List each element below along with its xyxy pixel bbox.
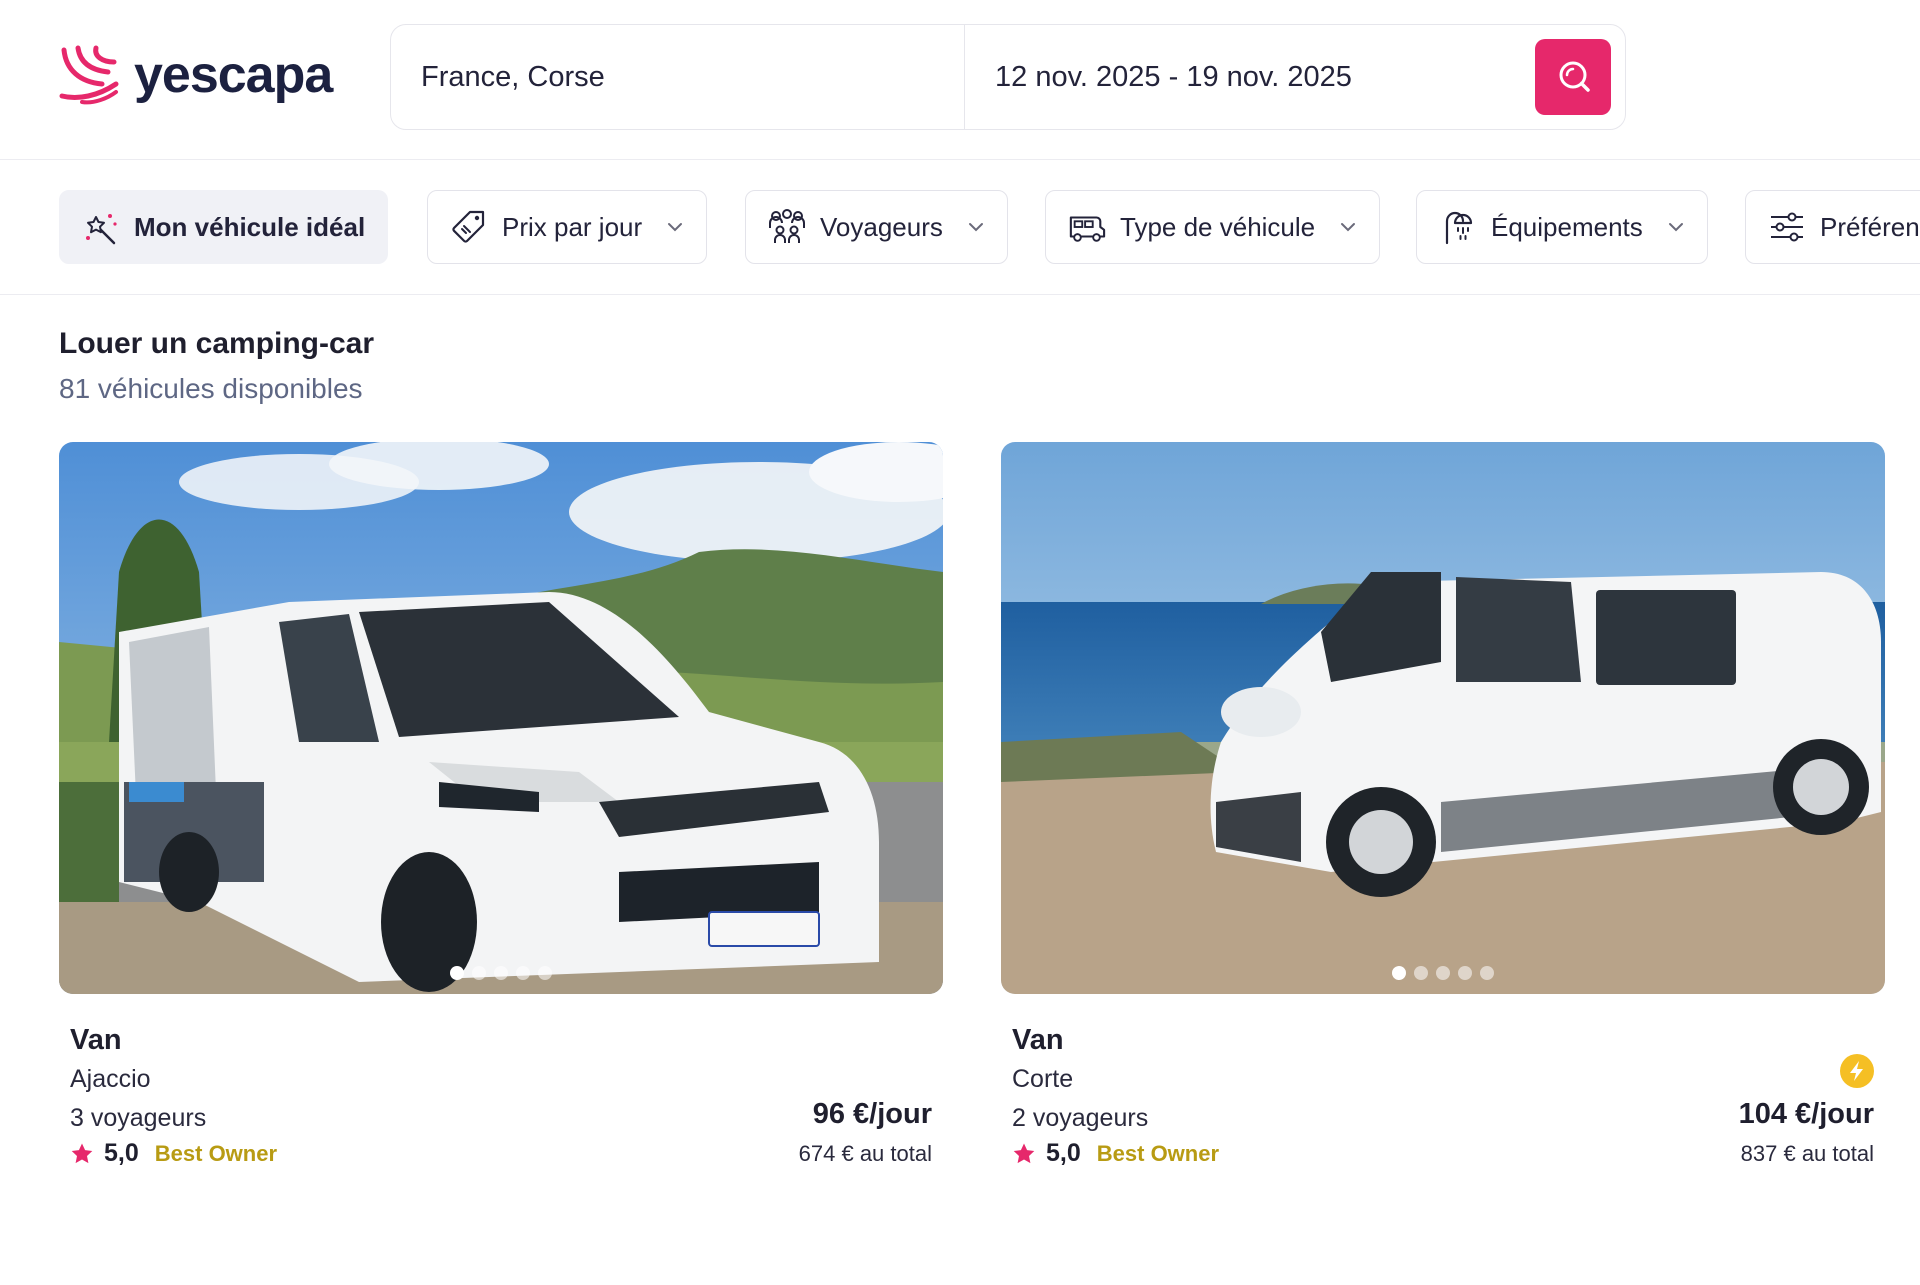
chevron-down-icon (668, 223, 683, 232)
carousel-dot[interactable] (1458, 966, 1472, 980)
filter-equipment[interactable]: Équipements (1416, 190, 1708, 264)
search-button[interactable] (1535, 39, 1611, 115)
brand-name: yescapa (134, 46, 333, 104)
vehicle-rating: 5,0 Best Owner (1012, 1139, 1219, 1168)
sliders-icon (1768, 208, 1806, 246)
carousel-dots (1001, 966, 1885, 980)
vehicle-type: Van (1012, 1024, 1064, 1056)
star-icon (71, 1143, 93, 1163)
magic-wand-icon (82, 208, 120, 246)
date-range-field[interactable]: 12 nov. 2025 - 19 nov. 2025 (965, 25, 1625, 129)
filter-label: Voyageurs (820, 211, 943, 242)
carousel-dot[interactable] (472, 966, 486, 980)
filter-label: Type de véhicule (1120, 211, 1316, 242)
chevron-down-icon (968, 223, 983, 232)
carousel-dot[interactable] (538, 966, 552, 980)
carousel-dot[interactable] (1436, 966, 1450, 980)
vehicle-travelers: 3 voyageurs (70, 1104, 207, 1132)
owner-badge: Best Owner (154, 1140, 278, 1166)
logo[interactable]: yescapa (58, 44, 333, 106)
rating-score: 5,0 (104, 1139, 139, 1167)
vehicle-city: Corte (1012, 1065, 1074, 1093)
star-icon (1013, 1143, 1035, 1163)
filter-label: Prix par jour (502, 211, 643, 242)
price-per-day: 96 €/jour (812, 1098, 932, 1130)
yescapa-logo-icon (59, 45, 119, 105)
vehicle-travelers: 2 voyageurs (1012, 1104, 1149, 1132)
header: yescapa France, Corse 12 nov. 2025 - 19 … (0, 0, 1920, 160)
carousel-dot[interactable] (1392, 966, 1406, 980)
filter-vehicle-type[interactable]: Type de véhicule (1045, 190, 1381, 264)
vehicle-card-info: Van Corte 2 voyageurs 5,0 Best Owner 104… (1001, 994, 1885, 1184)
filter-ideal-vehicle[interactable]: Mon véhicule idéal (59, 190, 389, 264)
carousel-dot[interactable] (450, 966, 464, 980)
chevron-down-icon (1341, 223, 1356, 232)
rating-score: 5,0 (1046, 1139, 1081, 1167)
vehicle-card-info: Van Ajaccio 3 voyageurs 5,0 Best Owner 9… (59, 994, 943, 1184)
filter-label: Préférences (1820, 211, 1920, 242)
filter-label: Équipements (1491, 211, 1643, 242)
price-total: 837 € au total (1740, 1141, 1874, 1166)
filter-bar: Mon véhicule idéal Prix par jour Voyageu… (0, 160, 1920, 295)
price-per-day: 104 €/jour (1738, 1098, 1874, 1130)
carousel-dot[interactable] (1480, 966, 1494, 980)
chevron-down-icon (1668, 223, 1683, 232)
price-tag-icon (450, 208, 488, 246)
location-field[interactable]: France, Corse (391, 25, 965, 129)
filter-preferences[interactable]: Préférences (1745, 190, 1920, 264)
vehicle-photo-carousel[interactable] (59, 442, 943, 994)
instant-booking-icon (1840, 1054, 1874, 1088)
filter-travelers[interactable]: Voyageurs (745, 190, 1008, 264)
vehicle-type: Van (70, 1024, 122, 1056)
filter-price-per-day[interactable]: Prix par jour (427, 190, 708, 264)
vehicle-photo (1001, 442, 1885, 994)
shower-icon (1439, 208, 1477, 246)
carousel-dots (59, 966, 943, 980)
vehicle-card[interactable]: Van Ajaccio 3 voyageurs 5,0 Best Owner 9… (59, 442, 943, 1184)
vehicle-rating: 5,0 Best Owner (70, 1139, 277, 1168)
results-count: 81 véhicules disponibles (59, 373, 363, 404)
vehicle-photo (59, 442, 943, 994)
search-bar: France, Corse 12 nov. 2025 - 19 nov. 202… (390, 24, 1626, 130)
filter-label: Mon véhicule idéal (134, 211, 366, 242)
price-total: 674 € au total (798, 1141, 932, 1166)
carousel-dot[interactable] (516, 966, 530, 980)
search-icon (1559, 61, 1590, 92)
vehicle-photo-carousel[interactable] (1001, 442, 1885, 994)
travelers-icon (768, 208, 806, 246)
owner-badge: Best Owner (1096, 1140, 1220, 1166)
vehicle-type-icon (1068, 208, 1106, 246)
vehicle-city: Ajaccio (70, 1065, 151, 1093)
carousel-dot[interactable] (1414, 966, 1428, 980)
carousel-dot[interactable] (494, 966, 508, 980)
results-title: Louer un camping-car (59, 327, 375, 360)
vehicle-card[interactable]: Van Corte 2 voyageurs 5,0 Best Owner 104… (1001, 442, 1885, 1184)
